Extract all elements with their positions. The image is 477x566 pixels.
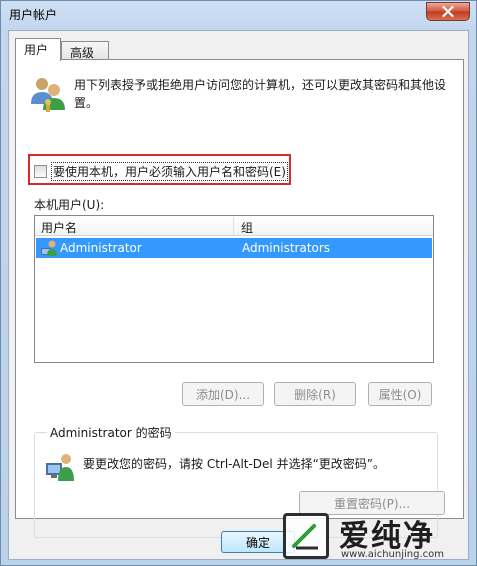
intro-text: 用下列表授予或拒绝用户访问您的计算机，还可以更改其密码和其他设置。 [74,78,447,110]
watermark-url: www.aichunjing.com [341,549,444,560]
dialog-client-area: 用户 高级 用下列表授予或拒绝用户访问您的计算机，还可以更改其密码和其他设置。 … [8,30,469,560]
listview-header: 用户名 组 [35,216,433,236]
row-group: Administrators [242,241,331,255]
watermark-logo-icon [283,513,329,559]
row-username: Administrator [60,241,142,255]
password-instructions: 要更改您的密码，请按 Ctrl-Alt-Del 并选择“更改密码”。 [83,457,386,471]
watermark: 爱纯净 www.aichunjing.com [279,507,475,565]
tab-advanced[interactable]: 高级 [61,41,109,60]
column-username[interactable]: 用户名 [41,219,77,236]
require-login-label[interactable]: 要使用本机，用户必须输入用户名和密码(E) [51,162,288,181]
users-listview[interactable]: 用户名 组 Administrator Administrators [34,215,434,363]
tab-users[interactable]: 用户 [15,38,61,61]
password-group-title: Administrator 的密码 [47,424,175,441]
remove-user-button[interactable]: 删除(R) [274,382,356,406]
local-users-label: 本机用户(U): [34,198,105,212]
properties-button[interactable]: 属性(O) [368,382,432,406]
window-title: 用户帐户 [9,8,58,22]
user-accounts-window: 用户帐户 用户 高级 用下列表授予或拒绝用户访问您的计算机，还可以更改其密码和其… [0,0,477,566]
column-group[interactable]: 组 [241,219,253,236]
users-icon [31,78,65,112]
users-tab-panel: 用下列表授予或拒绝用户访问您的计算机，还可以更改其密码和其他设置。 要使用本机，… [15,59,464,538]
title-bar[interactable]: 用户帐户 [1,1,476,27]
close-button[interactable] [426,2,470,21]
require-login-checkbox[interactable] [34,165,47,178]
table-row[interactable]: Administrator Administrators [36,238,432,258]
column-separator[interactable] [233,217,234,235]
add-user-button[interactable]: 添加(D)... [182,382,264,406]
user-key-icon [46,454,74,481]
user-icon [41,240,57,256]
require-login-row[interactable]: 要使用本机，用户必须输入用户名和密码(E) [34,162,288,181]
close-icon [442,6,454,17]
